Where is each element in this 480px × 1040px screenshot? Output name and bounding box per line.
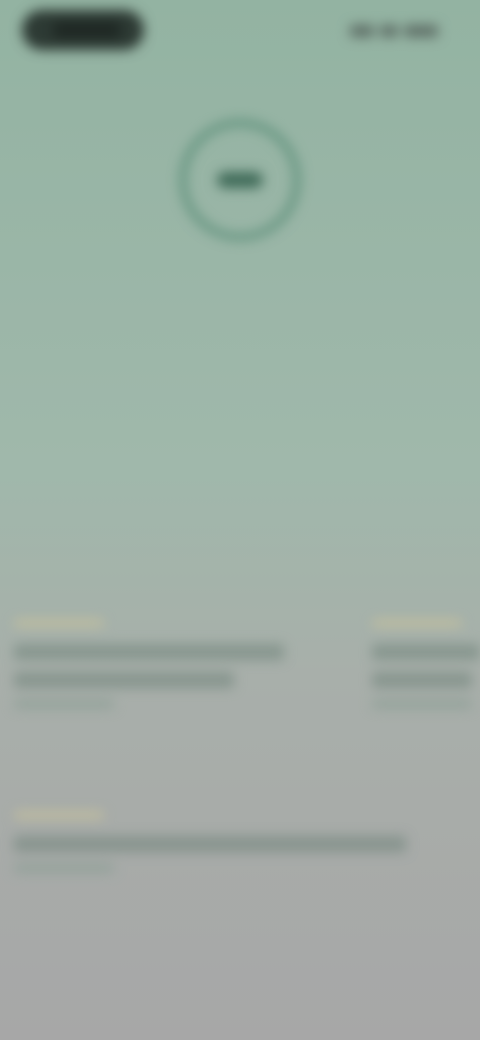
card-label	[372, 592, 480, 616]
card-highlight-bar	[372, 620, 462, 626]
signal-icon	[350, 24, 374, 37]
card-meta-bar	[372, 700, 472, 708]
battery-icon	[404, 24, 438, 37]
card-line	[14, 644, 284, 660]
card-3[interactable]	[14, 784, 414, 872]
card-meta-bar	[14, 700, 114, 708]
card-label	[14, 784, 414, 808]
badge-glyph	[217, 172, 263, 188]
card-line	[14, 672, 234, 688]
card-meta-bar	[14, 864, 114, 872]
status-icons	[350, 22, 450, 38]
card-highlight-bar	[14, 812, 104, 818]
status-pill	[22, 10, 144, 50]
card-line	[372, 672, 472, 688]
wifi-icon	[380, 24, 398, 37]
card-2[interactable]	[372, 592, 480, 708]
circle-badge-icon	[180, 120, 300, 240]
card-line	[14, 836, 406, 852]
blurred-screen	[0, 0, 480, 1040]
status-pill-inner	[52, 22, 122, 38]
card-line	[372, 644, 480, 660]
card-1[interactable]	[14, 592, 294, 708]
card-highlight-bar	[14, 620, 104, 626]
card-label	[14, 592, 294, 616]
